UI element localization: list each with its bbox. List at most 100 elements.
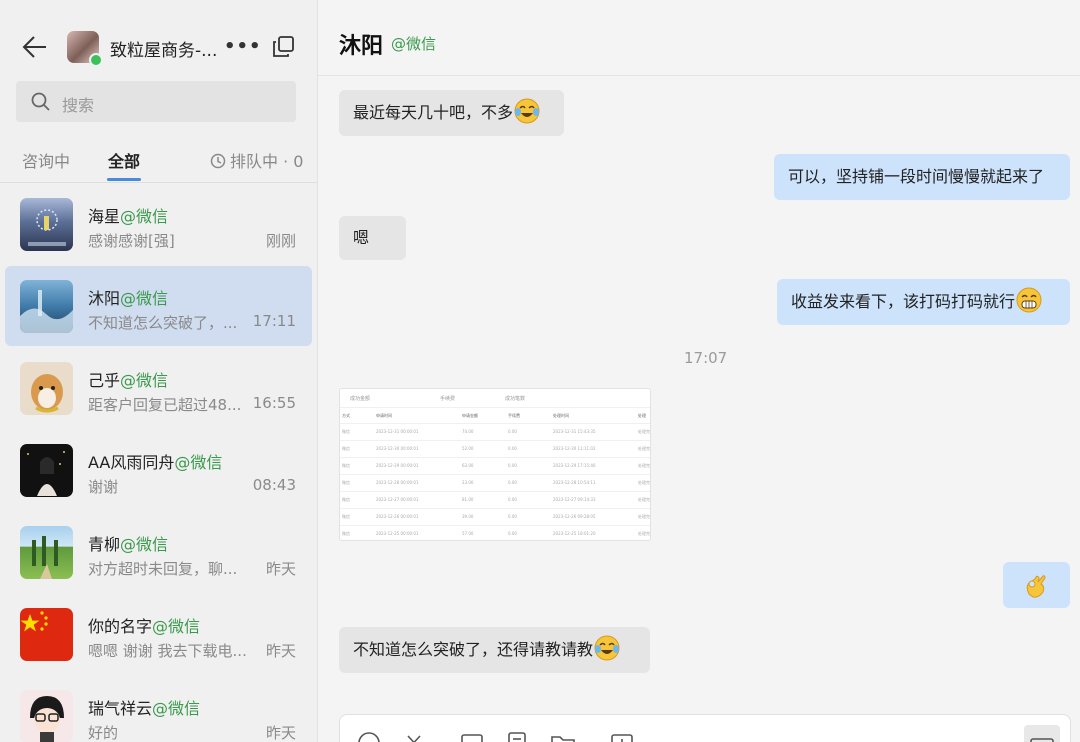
conversation-name: 沐阳@微信 bbox=[88, 289, 169, 308]
conversation-item[interactable]: 你的名字@微信 嗯嗯 谢谢 我去下载电... 昨天 bbox=[5, 594, 312, 674]
table-cell: 2023-12-29 00:00:01 bbox=[376, 463, 419, 468]
online-status-dot bbox=[89, 53, 103, 67]
folder-icon[interactable] bbox=[550, 731, 590, 742]
conversation-name: 海星@微信 bbox=[88, 207, 169, 226]
table-header: 申请时间 bbox=[376, 413, 392, 418]
image-tab-label: 成功笔数 bbox=[505, 396, 526, 402]
table-cell: 81.00 bbox=[462, 497, 474, 502]
conversation-preview: 嗯嗯 谢谢 我去下载电... bbox=[88, 642, 247, 660]
keyboard-icon[interactable] bbox=[1024, 725, 1060, 742]
message-text: 收益发来看下，该打码打码就行 bbox=[791, 292, 1016, 311]
table-cell: 处理完 bbox=[638, 446, 650, 451]
shop-name[interactable]: 致粒屋商务-... bbox=[110, 36, 217, 61]
table-cell: 0.00 bbox=[508, 463, 517, 468]
conversation-item[interactable]: 青柳@微信 对方超时未回复，聊... 昨天 bbox=[5, 512, 312, 592]
clock-icon bbox=[210, 153, 226, 169]
clock-icon[interactable] bbox=[610, 731, 634, 742]
table-cell: 微信 bbox=[342, 446, 350, 451]
conversation-item[interactable]: 海星@微信 感谢感谢[强] 刚刚 bbox=[5, 184, 312, 264]
table-line bbox=[340, 525, 650, 526]
table-cell: 微信 bbox=[342, 531, 350, 536]
table-header: 处理 bbox=[638, 413, 646, 418]
image-tab-label: 成功金额 bbox=[350, 396, 371, 402]
chat-source: @微信 bbox=[391, 35, 437, 53]
table-cell: 0.00 bbox=[508, 531, 517, 536]
table-header: 处理时间 bbox=[553, 413, 569, 418]
document-icon[interactable] bbox=[505, 731, 529, 742]
queue-status[interactable]: 排队中 · 0 bbox=[210, 148, 303, 172]
message-outgoing[interactable]: 可以，坚持铺一段时间慢慢就起来了 bbox=[774, 154, 1070, 200]
table-cell: 23.00 bbox=[462, 480, 474, 485]
table-cell: 0.00 bbox=[508, 429, 517, 434]
back-arrow-icon[interactable] bbox=[22, 34, 48, 60]
avatar bbox=[20, 362, 73, 415]
conversation-time: 昨天 bbox=[265, 642, 296, 660]
table-cell: 处理完 bbox=[638, 514, 650, 519]
table-cell: 2023-12-29 17:15:46 bbox=[553, 463, 596, 468]
table-line bbox=[340, 491, 650, 492]
avatar bbox=[20, 198, 73, 251]
tab-all[interactable]: 全部 bbox=[108, 148, 140, 172]
avatar bbox=[20, 280, 73, 333]
conversation-item-active[interactable]: 沐阳@微信 不知道怎么突破了，... 17:11 bbox=[5, 266, 312, 346]
message-composer[interactable] bbox=[339, 714, 1071, 742]
avatar bbox=[20, 444, 73, 497]
emoji-picker-icon[interactable] bbox=[357, 731, 381, 742]
conversation-time: 17:11 bbox=[252, 312, 296, 330]
conversation-preview: 不知道怎么突破了，... bbox=[88, 314, 238, 332]
active-tab-indicator bbox=[107, 178, 141, 181]
table-cell: 2023-12-27 00:00:01 bbox=[376, 497, 419, 502]
conversation-name: 青柳@微信 bbox=[88, 535, 169, 554]
conversation-name: 你的名字@微信 bbox=[88, 617, 201, 636]
table-cell: 微信 bbox=[342, 463, 350, 468]
table-cell: 2023-12-28 10:54:11 bbox=[553, 480, 596, 485]
search-input[interactable]: 搜索 bbox=[16, 81, 296, 122]
conversation-time: 刚刚 bbox=[265, 232, 296, 250]
message-incoming[interactable]: 最近每天几十吧，不多 bbox=[339, 90, 564, 136]
table-cell: 2023-12-30 11:11:02 bbox=[553, 446, 596, 451]
message-outgoing[interactable]: 收益发来看下，该打码打码就行 bbox=[777, 279, 1070, 325]
divider bbox=[0, 182, 317, 183]
message-text: 不知道怎么突破了，还得请教请教 bbox=[353, 640, 594, 659]
more-options-button[interactable]: ••• bbox=[224, 36, 262, 57]
conversation-item[interactable]: 己乎@微信 距客户回复已超过48... 16:55 bbox=[5, 348, 312, 428]
conversation-preview: 感谢感谢[强] bbox=[88, 232, 175, 250]
conversation-time: 16:55 bbox=[252, 394, 296, 412]
table-cell: 52.00 bbox=[462, 446, 474, 451]
scissors-icon[interactable] bbox=[403, 731, 439, 742]
table-cell: 2023-12-28 00:00:01 bbox=[376, 480, 419, 485]
table-cell: 微信 bbox=[342, 429, 350, 434]
ok-hand-emoji-icon bbox=[1026, 575, 1046, 598]
message-text: 嗯 bbox=[353, 228, 370, 247]
table-cell: 0.00 bbox=[508, 497, 517, 502]
table-cell: 微信 bbox=[342, 497, 350, 502]
conversation-tabs: 咨询中 全部 排队中 · 0 bbox=[0, 136, 317, 182]
conversation-preview: 距客户回复已超过48... bbox=[88, 396, 242, 414]
conversation-time: 昨天 bbox=[265, 560, 296, 578]
table-cell: 2023-12-25 00:00:01 bbox=[376, 531, 419, 536]
image-message[interactable]: 成功金额 手续费 成功笔数 方式 申请时间 申请金额 手续费 处理时间 处理 微… bbox=[339, 388, 651, 541]
table-line bbox=[340, 474, 650, 475]
image-icon[interactable] bbox=[460, 731, 484, 742]
table-line bbox=[340, 440, 650, 441]
table-cell: 处理完 bbox=[638, 429, 650, 434]
table-cell: 2023-12-27 09:14:33 bbox=[553, 497, 596, 502]
time-divider: 17:07 bbox=[684, 349, 728, 367]
message-incoming[interactable]: 嗯 bbox=[339, 216, 406, 260]
table-cell: 39.00 bbox=[462, 514, 474, 519]
table-cell: 57.00 bbox=[462, 531, 474, 536]
avatar bbox=[20, 608, 73, 661]
table-cell: 处理完 bbox=[638, 480, 650, 485]
message-outgoing[interactable] bbox=[1003, 562, 1070, 608]
conversation-item[interactable]: 瑞气祥云@微信 好的 昨天 bbox=[5, 676, 312, 742]
tab-consulting[interactable]: 咨询中 bbox=[22, 148, 70, 172]
chat-title: 沐阳 bbox=[339, 34, 384, 59]
message-text: 最近每天几十吧，不多 bbox=[353, 103, 514, 122]
table-cell: 2023-12-25 18:01:20 bbox=[553, 531, 596, 536]
search-placeholder: 搜索 bbox=[62, 96, 95, 115]
table-line bbox=[340, 457, 650, 458]
copy-icon[interactable] bbox=[271, 35, 295, 59]
message-incoming[interactable]: 不知道怎么突破了，还得请教请教 bbox=[339, 627, 650, 673]
conversation-name: 瑞气祥云@微信 bbox=[88, 699, 201, 718]
conversation-item[interactable]: AA风雨同舟@微信 谢谢 08:43 bbox=[5, 430, 312, 510]
